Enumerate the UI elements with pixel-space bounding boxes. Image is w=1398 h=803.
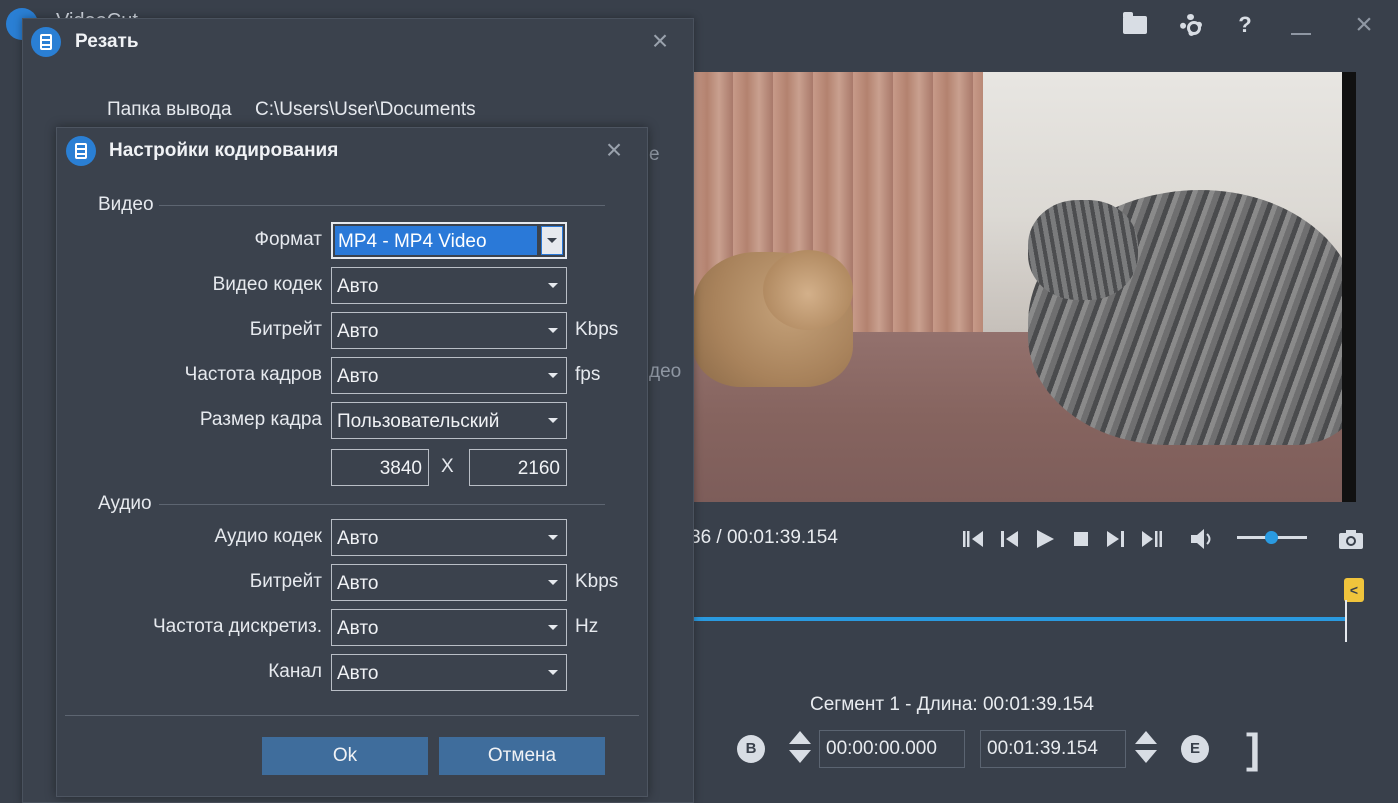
help-icon[interactable]: ?	[1232, 12, 1258, 38]
snapshot-camera-icon[interactable]	[1336, 525, 1366, 553]
frame-size-select[interactable]: Пользовательский	[331, 402, 567, 439]
chevron-down-icon	[548, 535, 558, 540]
audio-codec-label: Аудио кодек	[214, 526, 322, 547]
frame-rate-label: Частота кадров	[184, 364, 322, 385]
cut-dialog-logo	[31, 27, 61, 57]
video-codec-select[interactable]: Авто	[331, 267, 567, 304]
encoding-dialog-logo	[66, 136, 96, 166]
video-bitrate-unit: Kbps	[575, 319, 619, 340]
frame-size-times-sign: X	[441, 456, 454, 477]
stop-icon[interactable]	[1068, 525, 1094, 553]
timeline-playhead[interactable]	[1345, 600, 1347, 642]
cut-dialog-hidden-text: део	[649, 361, 682, 382]
format-dropdown-button[interactable]	[541, 226, 563, 255]
output-folder-label: Папка вывода	[107, 99, 232, 120]
encoding-dialog-title: Настройки кодирования	[109, 140, 339, 161]
cut-dialog-title: Резать	[75, 31, 139, 52]
timeline-track[interactable]	[693, 617, 1346, 621]
frame-size-label: Размер кадра	[199, 409, 322, 430]
sample-rate-select[interactable]: Авто	[331, 609, 567, 646]
chevron-down-icon	[548, 373, 558, 378]
set-begin-button[interactable]: B	[737, 735, 765, 763]
video-section-label: Видео	[98, 194, 154, 215]
format-label: Формат	[254, 229, 323, 250]
chevron-down-icon	[548, 328, 558, 333]
settings-gear-icon[interactable]	[1178, 12, 1204, 38]
frame-rate-select[interactable]: Авто	[331, 357, 567, 394]
sample-rate-unit: Hz	[575, 616, 599, 637]
video-bitrate-select[interactable]: Авто	[331, 312, 567, 349]
video-bitrate-label: Битрейт	[249, 319, 322, 340]
chevron-down-icon	[548, 625, 558, 630]
ok-button[interactable]: Ok	[262, 737, 428, 775]
audio-section-label: Аудио	[98, 493, 152, 514]
start-time-stepper[interactable]	[788, 731, 812, 767]
button-area-divider	[65, 715, 639, 716]
audio-bitrate-select[interactable]: Авто	[331, 564, 567, 601]
format-select[interactable]: MP4 - MP4 Video	[331, 222, 567, 259]
next-frame-icon[interactable]	[1103, 525, 1129, 553]
sample-rate-label: Частота дискретиз.	[152, 616, 322, 637]
audio-bitrate-label: Битрейт	[249, 571, 322, 592]
folder-icon[interactable]	[1122, 12, 1148, 38]
video-codec-label: Видео кодек	[212, 274, 322, 295]
chevron-down-icon	[548, 670, 558, 675]
volume-slider-knob[interactable]	[1265, 531, 1278, 544]
close-icon[interactable]: ×	[1351, 8, 1377, 41]
audio-codec-select[interactable]: Авто	[331, 519, 567, 556]
frame-width-input[interactable]: 3840	[331, 449, 429, 486]
chevron-down-icon	[548, 283, 558, 288]
frame-height-input[interactable]: 2160	[469, 449, 567, 486]
previous-frame-icon[interactable]	[996, 525, 1022, 553]
frame-rate-unit: fps	[575, 364, 601, 385]
play-icon[interactable]	[1032, 525, 1058, 553]
playback-time: 36 / 00:01:39.154	[690, 527, 838, 548]
skip-to-end-icon[interactable]	[1139, 525, 1167, 553]
cut-dialog-close-icon[interactable]: ×	[647, 27, 673, 55]
chevron-down-icon	[548, 418, 558, 423]
video-section-divider	[159, 205, 605, 206]
skip-to-start-icon[interactable]	[960, 525, 986, 553]
channel-select[interactable]: Авто	[331, 654, 567, 691]
channel-label: Канал	[268, 661, 322, 682]
volume-icon[interactable]	[1189, 525, 1217, 553]
chevron-down-icon	[548, 580, 558, 585]
audio-section-divider	[159, 504, 605, 505]
start-time-input[interactable]: 00:00:00.000	[819, 730, 965, 768]
encoding-settings-dialog: Настройки кодирования × Видео Формат MP4…	[56, 127, 648, 797]
video-preview[interactable]	[693, 72, 1356, 502]
output-folder-value: C:\Users\User\Documents	[255, 99, 476, 120]
segment-length-label: Сегмент 1 - Длина: 00:01:39.154	[810, 694, 1094, 715]
cut-dialog-hidden-text: e	[649, 144, 660, 165]
audio-bitrate-unit: Kbps	[575, 571, 619, 592]
encoding-dialog-close-icon[interactable]: ×	[601, 136, 627, 164]
end-time-stepper[interactable]	[1134, 731, 1158, 767]
end-time-input[interactable]: 00:01:39.154	[980, 730, 1126, 768]
set-end-button[interactable]: E	[1181, 735, 1209, 763]
minimize-icon[interactable]	[1288, 12, 1314, 38]
cancel-button[interactable]: Отмена	[439, 737, 605, 775]
segment-end-bracket-icon[interactable]: ]	[1246, 725, 1260, 773]
timeline-end-marker[interactable]: <	[1344, 578, 1364, 602]
